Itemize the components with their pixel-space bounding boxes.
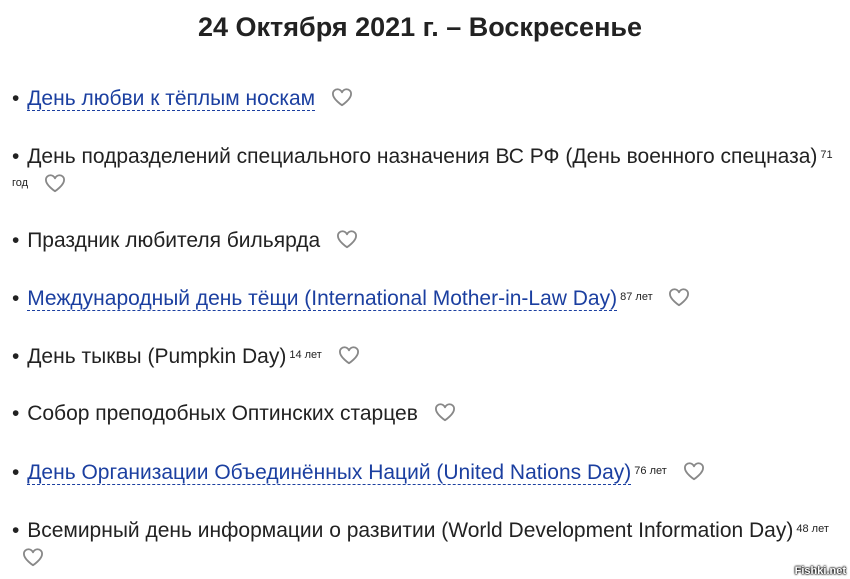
bullet: • [12,145,20,168]
list-item: • День Организации Объединённых Наций (U… [12,459,834,487]
bullet: • [12,229,20,252]
holiday-link[interactable]: День Организации Объединённых Наций (Uni… [27,461,632,485]
list-item: • Всемирный день информации о развитии (… [12,517,834,573]
bullet: • [12,402,20,425]
heart-icon[interactable] [668,287,690,307]
holiday-text: День подразделений специального назначен… [27,145,818,168]
holiday-text: День тыквы (Pumpkin Day) [27,345,287,368]
heart-icon[interactable] [331,87,353,107]
page-title: 24 Октября 2021 г. – Воскресенье [198,12,642,42]
holiday-text: Праздник любителя бильярда [27,229,321,252]
heart-icon[interactable] [22,547,44,567]
list-item: • Международный день тёщи (International… [12,285,834,313]
holiday-link[interactable]: Международный день тёщи (International M… [27,287,618,311]
watermark: Fishki.net [794,565,846,577]
age-badge: 48 лет [796,523,829,535]
heart-icon[interactable] [336,229,358,249]
heart-icon[interactable] [683,461,705,481]
age-badge: 76 лет [634,465,667,477]
bullet: • [12,461,20,484]
holiday-text: Всемирный день информации о развитии (Wo… [27,519,794,542]
bullet: • [12,87,20,110]
holiday-link[interactable]: День любви к тёплым носкам [27,87,316,111]
list-item: • Праздник любителя бильярда [12,227,834,255]
list-item: • День тыквы (Pumpkin Day) 14 лет [12,343,834,371]
bullet: • [12,345,20,368]
holiday-text: Собор преподобных Оптинских старцев [27,402,418,425]
age-badge: 87 лет [620,291,653,303]
bullet: • [12,287,20,310]
list-item: • День любви к тёплым носкам [12,85,834,113]
heart-icon[interactable] [44,173,66,193]
list-item: • День подразделений специального назнач… [12,143,834,199]
age-badge: 14 лет [289,349,322,361]
list-item: • Собор преподобных Оптинских старцев [12,400,834,428]
bullet: • [12,519,20,542]
heart-icon[interactable] [434,402,456,422]
heart-icon[interactable] [338,345,360,365]
